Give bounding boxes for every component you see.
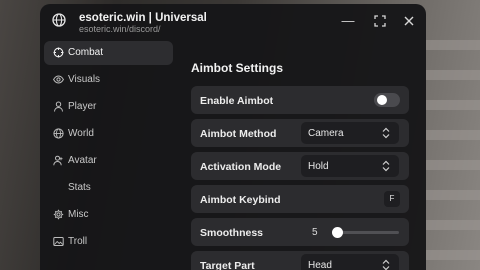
gear-icon xyxy=(53,209,64,220)
window-title: esoteric.win | Universal xyxy=(79,12,207,24)
settings-panel: Aimbot Settings Enable Aimbot Aimbot Met… xyxy=(191,37,426,270)
sidebar-item-label: Visuals xyxy=(68,74,101,85)
window-subtitle: esoteric.win/discord/ xyxy=(79,24,161,34)
sidebar-item-player[interactable]: Player xyxy=(44,95,173,119)
aimbot-method-value: Camera xyxy=(308,128,344,139)
sidebar-item-troll[interactable]: Troll xyxy=(44,230,173,254)
sidebar-item-label: Combat xyxy=(68,47,104,58)
image-icon xyxy=(53,237,64,246)
enable-aimbot-row[interactable]: Enable Aimbot xyxy=(191,86,409,114)
globe-icon xyxy=(52,13,66,27)
slider-thumb[interactable] xyxy=(332,227,343,238)
sidebar-item-avatar[interactable]: Avatar xyxy=(44,149,173,173)
person-icon xyxy=(54,101,63,112)
sidebar-item-combat[interactable]: Combat xyxy=(44,41,173,65)
sidebar-item-visuals[interactable]: Visuals xyxy=(44,68,173,92)
aimbot-keybind-row: Aimbot Keybind F xyxy=(191,185,409,213)
aimbot-method-row: Aimbot Method Camera xyxy=(191,119,409,147)
smoothness-value: 5 xyxy=(312,227,318,238)
sidebar-item-label: Stats xyxy=(68,182,91,193)
chevron-up-down-icon xyxy=(382,127,390,139)
activation-mode-label: Activation Mode xyxy=(200,161,282,173)
chevron-up-down-icon xyxy=(382,259,390,270)
activation-mode-row: Activation Mode Hold xyxy=(191,152,409,180)
close-icon[interactable] xyxy=(401,13,417,29)
target-part-label: Target Part xyxy=(200,260,255,270)
enable-aimbot-label: Enable Aimbot xyxy=(200,95,274,107)
menu-window: esoteric.win | Universal esoteric.win/di… xyxy=(40,4,426,270)
aimbot-keybind-button[interactable]: F xyxy=(384,191,400,207)
target-part-row: Target Part Head xyxy=(191,251,409,270)
sidebar-item-world[interactable]: World xyxy=(44,122,173,146)
smoothness-slider[interactable] xyxy=(332,227,399,238)
maximize-icon[interactable] xyxy=(372,13,388,29)
activation-mode-dropdown[interactable]: Hold xyxy=(301,155,399,177)
eye-icon xyxy=(53,75,64,84)
sidebar: Combat Visuals Player World Avatar Stats… xyxy=(44,37,174,270)
aimbot-method-label: Aimbot Method xyxy=(200,128,277,140)
activation-mode-value: Hold xyxy=(308,161,329,172)
title-bar[interactable]: esoteric.win | Universal esoteric.win/di… xyxy=(40,4,426,37)
target-part-value: Head xyxy=(308,260,332,270)
section-title: Aimbot Settings xyxy=(191,61,283,75)
smoothness-row: Smoothness 5 xyxy=(191,218,409,246)
target-part-dropdown[interactable]: Head xyxy=(301,254,399,270)
globe-icon xyxy=(53,128,64,139)
smoothness-label: Smoothness xyxy=(200,227,264,239)
chevron-up-down-icon xyxy=(382,160,390,172)
aimbot-keybind-label: Aimbot Keybind xyxy=(200,194,281,206)
sidebar-item-label: Troll xyxy=(68,236,88,247)
crosshair-icon xyxy=(53,47,64,58)
enable-aimbot-toggle[interactable] xyxy=(374,93,400,107)
sidebar-item-label: Player xyxy=(68,101,97,112)
sidebar-item-label: Avatar xyxy=(68,155,97,166)
sidebar-item-misc[interactable]: Misc xyxy=(44,203,173,227)
sidebar-item-label: Misc xyxy=(68,209,89,220)
sidebar-item-label: World xyxy=(68,128,94,139)
minimize-icon[interactable]: — xyxy=(340,13,356,29)
avatar-icon xyxy=(53,155,63,166)
aimbot-method-dropdown[interactable]: Camera xyxy=(301,122,399,144)
toggle-knob xyxy=(377,95,387,105)
sidebar-item-stats[interactable]: Stats xyxy=(44,176,173,200)
